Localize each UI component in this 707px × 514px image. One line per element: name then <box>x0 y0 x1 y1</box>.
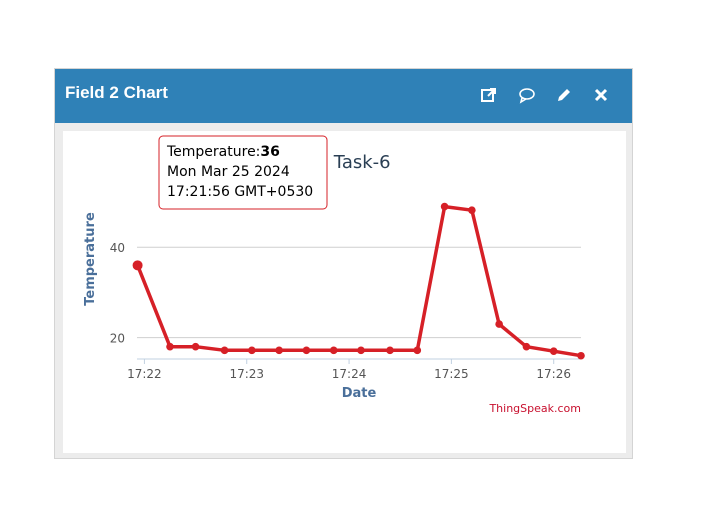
external-link-icon[interactable] <box>477 83 501 107</box>
chart-card: Field 2 Chart Marvel Task-6 17:22 17:23 … <box>54 68 633 459</box>
card-title: Field 2 Chart <box>65 83 168 102</box>
data-point[interactable] <box>468 206 476 214</box>
tooltip-line2: Mon Mar 25 2024 <box>167 164 290 180</box>
y-tick-label: 20 <box>110 332 125 346</box>
comment-icon[interactable] <box>515 83 539 107</box>
data-point[interactable] <box>166 342 174 351</box>
data-point[interactable] <box>220 346 229 355</box>
data-point[interactable] <box>577 351 585 360</box>
data-point[interactable] <box>302 346 311 355</box>
data-point[interactable] <box>132 260 143 271</box>
edit-icon[interactable] <box>552 83 576 107</box>
x-tick-label: 17:25 <box>434 367 469 381</box>
x-tick-label: 17:23 <box>229 367 264 381</box>
data-point[interactable] <box>386 346 394 355</box>
y-tick-label: 40 <box>110 241 125 255</box>
tooltip: Temperature:36 Mon Mar 25 2024 17:21:56 … <box>158 135 328 210</box>
x-tick-label: 17:26 <box>536 367 571 381</box>
card-header: Field 2 Chart <box>55 69 632 123</box>
y-axis-label: Temperature <box>83 212 98 306</box>
x-axis-label: Date <box>342 386 377 401</box>
tooltip-line1: Temperature:36 <box>166 144 280 160</box>
data-point[interactable] <box>357 346 365 355</box>
data-point[interactable] <box>495 320 503 328</box>
series-line <box>135 204 582 358</box>
data-point[interactable] <box>549 347 558 356</box>
close-icon[interactable] <box>589 83 613 107</box>
line-chart: Marvel Task-6 17:22 17:23 17:24 17:25 17:26 … <box>83 135 585 415</box>
tooltip-line3: 17:21:56 GMT+0530 <box>167 184 313 200</box>
chart-area: Marvel Task-6 17:22 17:23 17:24 17:25 17:26 … <box>63 131 626 453</box>
data-point[interactable] <box>329 346 338 355</box>
data-point[interactable] <box>275 346 283 355</box>
data-point[interactable] <box>440 202 449 211</box>
thingspeak-credit[interactable]: ThingSpeak.com <box>488 402 581 415</box>
data-point[interactable] <box>191 342 200 351</box>
x-tick-label: 17:24 <box>332 367 367 381</box>
data-point[interactable] <box>248 346 256 355</box>
x-tick-label: 17:22 <box>127 367 162 381</box>
data-point[interactable] <box>413 346 422 355</box>
data-point[interactable] <box>522 342 531 351</box>
